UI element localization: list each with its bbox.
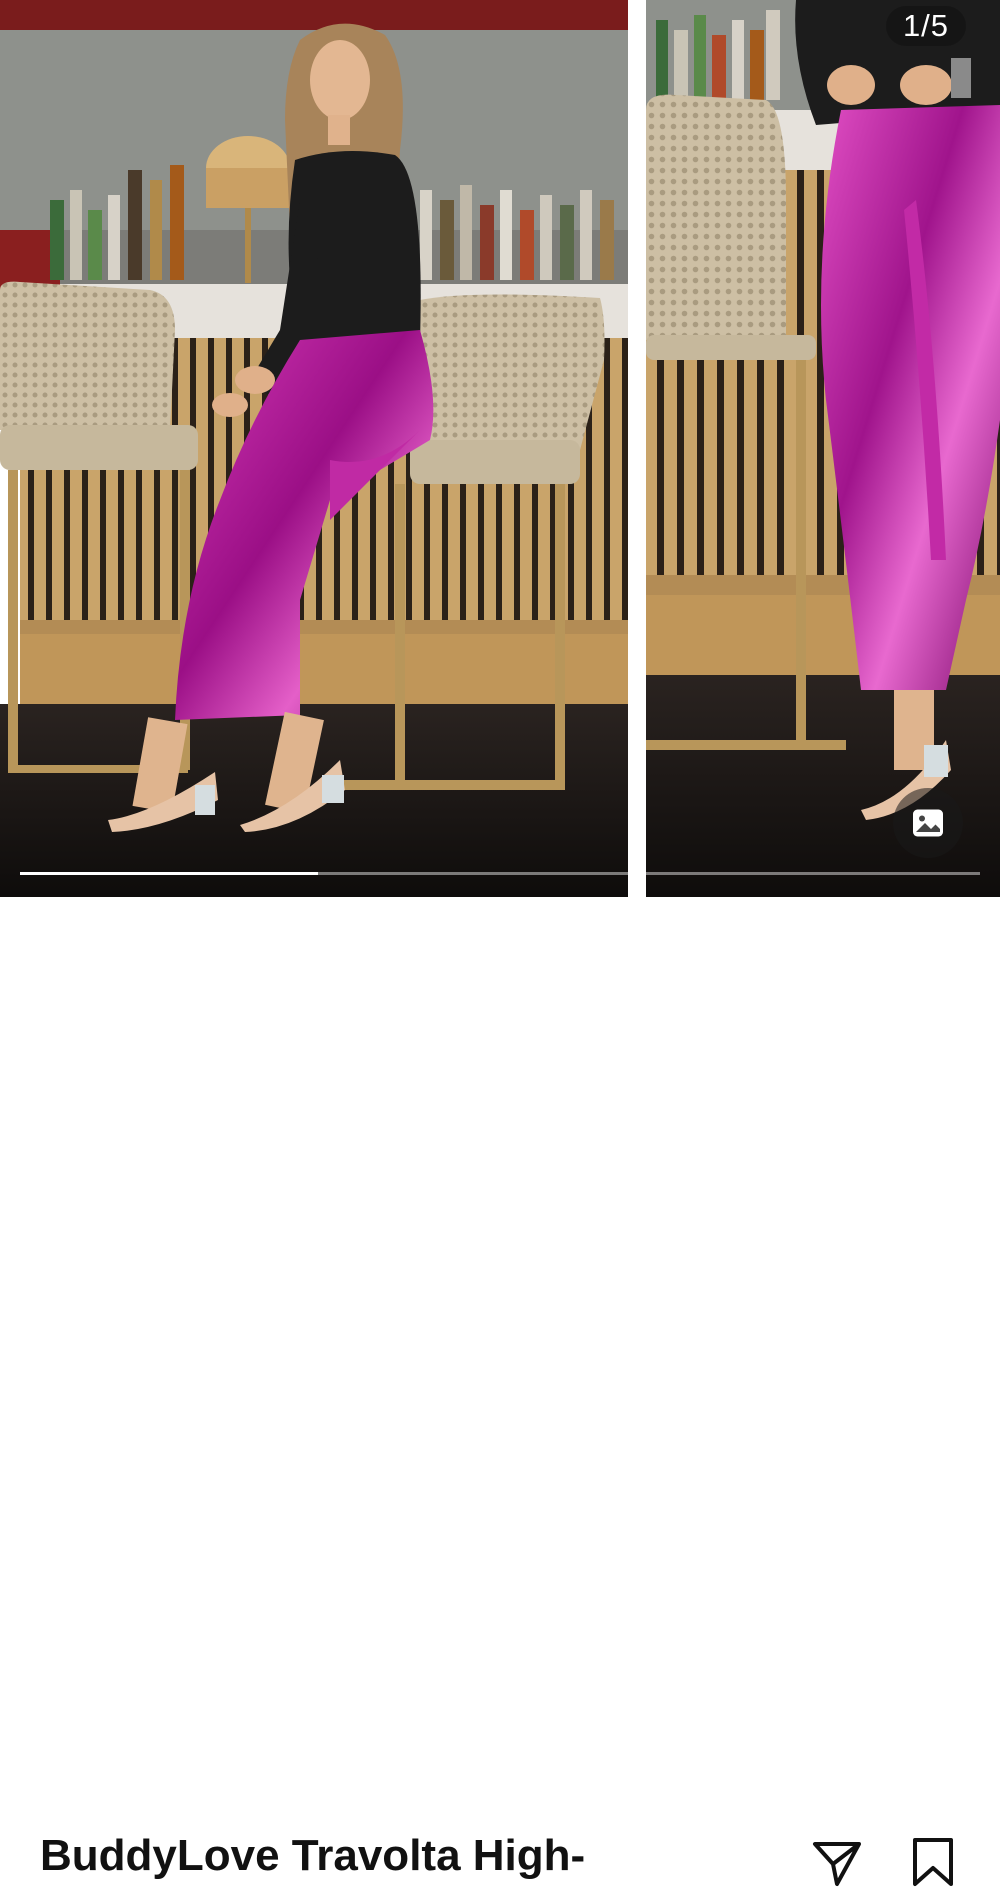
product-photo-2-image [646,0,1000,897]
bookmark-icon [913,1838,953,1886]
save-button[interactable] [906,1835,960,1889]
slide-counter: 1/5 [886,6,966,46]
product-title: BuddyLove Travolta High- [40,1831,586,1880]
carousel-progress-fill [20,872,318,875]
carousel-progress-track [20,872,980,875]
send-icon [813,1842,861,1886]
product-photo-1-image [0,0,628,897]
image-icon [913,809,943,837]
product-photo-1[interactable] [0,0,628,897]
media-button[interactable] [893,788,963,858]
image-carousel[interactable]: 1/5 [0,0,1000,897]
share-button[interactable] [810,1835,864,1889]
product-info-bar: BuddyLove Travolta High- [0,897,1000,1886]
product-photo-2[interactable] [646,0,1000,897]
